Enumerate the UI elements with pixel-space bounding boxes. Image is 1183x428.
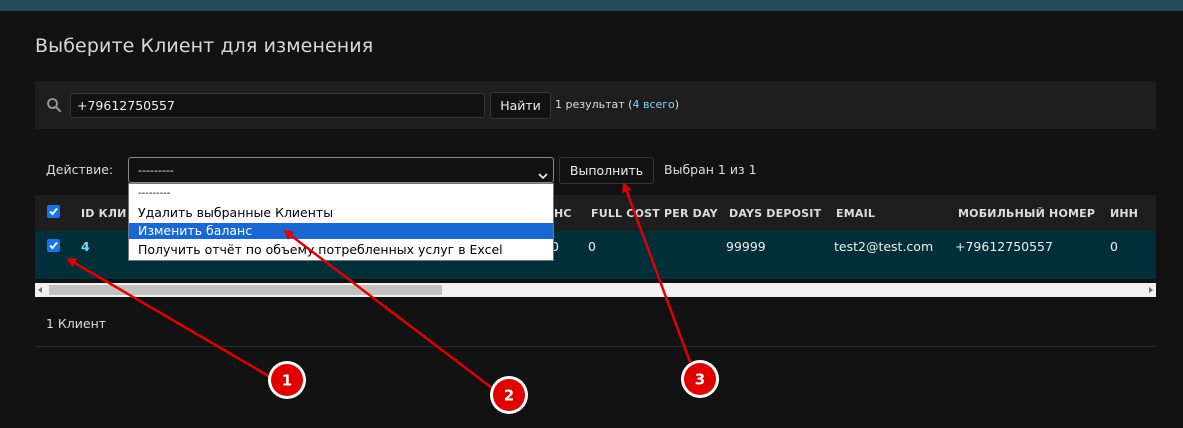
annotation-badge-1: 1: [268, 361, 306, 399]
column-header-id[interactable]: ID КЛИ: [81, 207, 127, 220]
row-id-link[interactable]: 4: [81, 239, 90, 254]
action-select-value: ---------: [138, 164, 174, 177]
result-count: 1 результат (4 всего): [555, 98, 680, 111]
cell-full-cost: 0: [588, 239, 596, 254]
annotation-badge-2: 2: [490, 376, 528, 414]
run-action-button[interactable]: Выполнить: [559, 157, 654, 184]
cell-days-deposit: 99999: [726, 239, 766, 254]
cell-email: test2@test.com: [834, 239, 934, 254]
column-header-inn[interactable]: ИНН: [1110, 207, 1138, 220]
column-header-days-deposit[interactable]: DAYS DEPOSIT: [729, 207, 821, 220]
action-select[interactable]: ---------: [128, 157, 554, 183]
column-header-email[interactable]: EMAIL: [836, 207, 875, 220]
column-header-hc[interactable]: НС: [554, 207, 572, 220]
selected-count: Выбран 1 из 1: [664, 162, 757, 177]
scroll-left-icon[interactable]: [38, 287, 42, 293]
action-label: Действие:: [46, 162, 114, 177]
column-header-full-cost[interactable]: FULL COST PER DAY: [591, 207, 718, 220]
horizontal-scrollbar[interactable]: [35, 283, 1156, 297]
search-toolbar: Найти 1 результат (4 всего): [35, 81, 1156, 129]
column-header-mobile[interactable]: МОБИЛЬНЫЙ НОМЕР: [958, 207, 1095, 220]
search-icon: [46, 97, 62, 113]
cell-inn: 0: [1110, 239, 1118, 254]
dropdown-option-excel-report[interactable]: Получить отчёт по объему потребленных ус…: [129, 242, 553, 258]
search-button[interactable]: Найти: [490, 92, 551, 119]
paginator: 1 Клиент: [46, 316, 107, 331]
svg-text:1: 1: [282, 372, 292, 390]
scrollbar-thumb[interactable]: [49, 285, 442, 295]
svg-text:2: 2: [504, 387, 514, 405]
dropdown-option-empty[interactable]: ---------: [129, 186, 553, 202]
admin-header-bar: [0, 0, 1183, 11]
annotation-badge-3: 3: [681, 360, 719, 398]
scroll-right-icon[interactable]: [1149, 287, 1153, 293]
select-all-checkbox[interactable]: [47, 205, 60, 218]
divider: [35, 346, 1156, 347]
action-dropdown-list[interactable]: --------- Удалить выбранные Клиенты Изме…: [128, 183, 554, 261]
page-title: Выберите Клиент для изменения: [35, 35, 374, 57]
svg-text:3: 3: [695, 371, 705, 389]
show-all-link[interactable]: 4 всего: [632, 98, 674, 111]
dropdown-option-delete[interactable]: Удалить выбранные Клиенты: [129, 205, 553, 221]
dropdown-option-change-balance[interactable]: Изменить баланс: [129, 223, 553, 239]
chevron-down-icon: [538, 166, 548, 180]
cell-mobile: +79612750557: [955, 239, 1053, 254]
row-checkbox[interactable]: [47, 239, 60, 252]
search-input[interactable]: [70, 93, 485, 118]
